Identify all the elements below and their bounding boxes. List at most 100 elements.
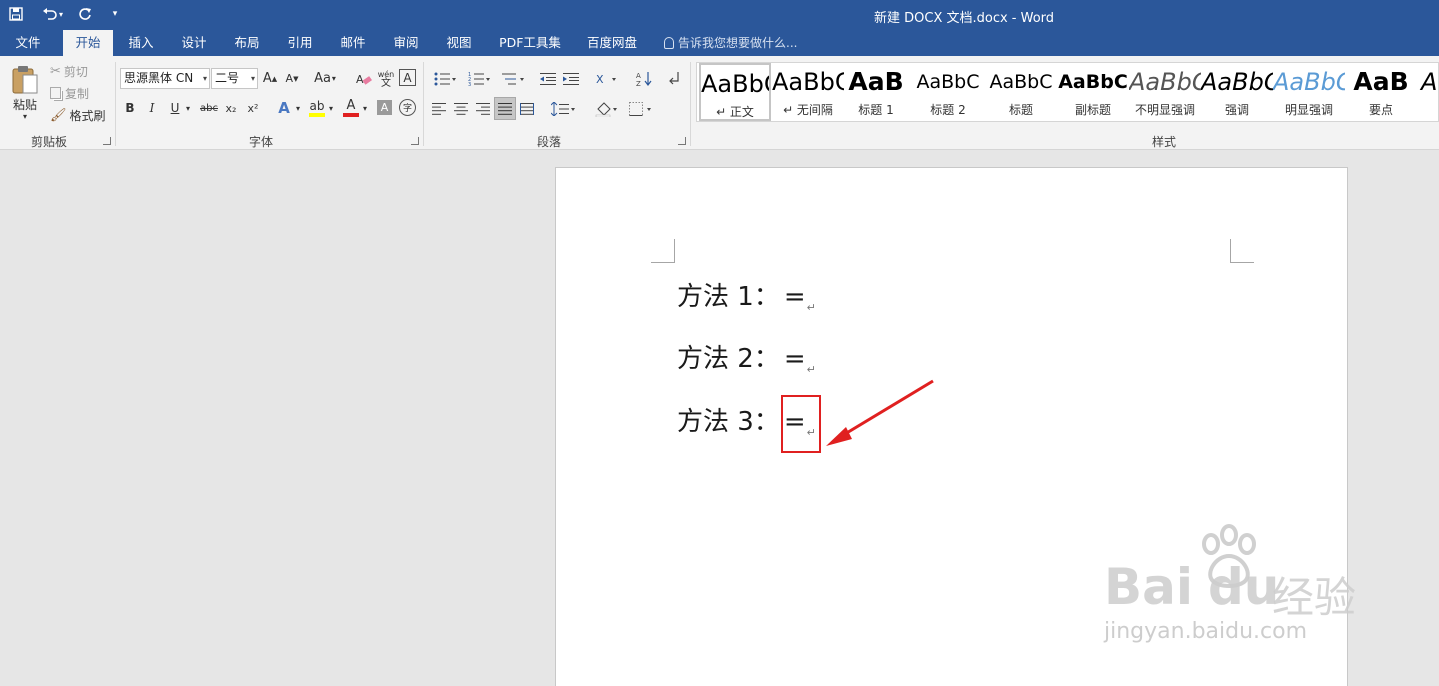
tab-view[interactable]: 视图: [438, 30, 480, 56]
sort-icon: AZ: [636, 71, 652, 87]
phonetic-guide-button[interactable]: wén 文: [377, 68, 395, 89]
text-effects-icon: A: [278, 99, 290, 117]
svg-text:A: A: [636, 72, 641, 80]
change-case-icon: Aa: [314, 71, 331, 86]
style-sample: AaBbCcDd: [1201, 68, 1273, 96]
tab-pdf-tools[interactable]: PDF工具集: [492, 30, 568, 56]
format-painter-button[interactable]: 🖌 格式刷: [50, 106, 106, 124]
strikethrough-button[interactable]: abc: [198, 98, 220, 118]
document-page[interactable]: 方法 1： =↵ 方法 2： =↵ 方法 3： =↵ Bai du 经验 jingya…: [555, 167, 1356, 686]
style-quote[interactable]: AaBbCcDd: [1417, 63, 1438, 121]
bullets-button[interactable]: [430, 68, 460, 89]
character-shading-button[interactable]: A: [377, 100, 392, 115]
distributed-button[interactable]: [518, 99, 536, 119]
shrink-font-button[interactable]: A ▼: [284, 68, 300, 89]
tab-references[interactable]: 引用: [279, 30, 321, 56]
text-effects-dropdown-icon[interactable]: ▾: [294, 98, 302, 118]
paragraph-group-label: 段落: [536, 135, 561, 149]
document-line-1[interactable]: 方法 1： =↵: [677, 280, 816, 325]
redo-icon[interactable]: [75, 3, 95, 25]
subscript-button[interactable]: x₂: [222, 98, 240, 118]
paste-dropdown-icon[interactable]: ▾: [23, 113, 27, 121]
customize-icon[interactable]: ▾: [105, 3, 125, 25]
style-label: 标题: [1008, 103, 1033, 117]
style-subtitle[interactable]: AaBbC 副标题: [1057, 63, 1129, 121]
underline-dropdown-icon[interactable]: ▾: [183, 98, 193, 118]
style-heading-1[interactable]: AaB 标题 1: [840, 63, 912, 121]
font-color-bar: [343, 113, 359, 117]
style-sample: AaBbCcDd: [1421, 68, 1438, 96]
tab-file[interactable]: 文件: [6, 30, 50, 56]
cut-button[interactable]: ✂ 剪切: [50, 62, 88, 80]
copy-button[interactable]: 复制: [50, 84, 89, 102]
character-border-icon: A: [403, 70, 412, 85]
tab-layout[interactable]: 布局: [226, 30, 268, 56]
quick-access-toolbar: ▾ ▾: [6, 3, 125, 25]
bold-button[interactable]: B: [122, 98, 138, 118]
show-marks-button[interactable]: [665, 68, 683, 89]
enclose-characters-button[interactable]: 字: [399, 99, 416, 116]
style-strong[interactable]: AaB 要点: [1345, 63, 1417, 121]
enclose-characters-icon: 字: [402, 104, 412, 114]
undo-icon[interactable]: ▾: [42, 3, 63, 25]
borders-button[interactable]: [626, 99, 656, 119]
decrease-indent-button[interactable]: [538, 68, 558, 89]
group-separator: [690, 62, 691, 146]
tab-insert[interactable]: 插入: [120, 30, 162, 56]
clipboard-icon: [12, 66, 38, 94]
clipboard-dialog-launcher[interactable]: [103, 137, 111, 145]
paragraph-dialog-launcher[interactable]: [678, 137, 686, 145]
style-normal[interactable]: AaBbCcDd ↵ 正文: [699, 63, 771, 121]
annotation-highlight-box: [781, 395, 821, 453]
tab-baidu-netdisk[interactable]: 百度网盘: [580, 30, 644, 56]
style-heading-2[interactable]: AaBbC 标题 2: [912, 63, 984, 121]
tab-home[interactable]: 开始: [63, 30, 113, 56]
style-sample: AaBbCcDd: [701, 70, 769, 98]
chinese-layout-icon: X: [596, 73, 616, 86]
font-dialog-launcher[interactable]: [411, 137, 419, 145]
tab-review[interactable]: 审阅: [385, 30, 427, 56]
annotation-arrow-icon: [826, 379, 934, 446]
highlight-button[interactable]: ab: [308, 97, 326, 119]
style-intense-emphasis[interactable]: AaBbCcDd 明显强调: [1273, 63, 1345, 121]
align-left-button[interactable]: [430, 99, 448, 119]
increase-indent-button[interactable]: [561, 68, 581, 89]
style-sample: AaB: [848, 67, 904, 96]
tab-mailings[interactable]: 邮件: [332, 30, 374, 56]
chinese-layout-button[interactable]: X: [592, 68, 622, 89]
italic-button[interactable]: I: [145, 98, 159, 118]
font-name-combo[interactable]: 思源黑体 CN ▾: [120, 68, 210, 89]
document-line-2[interactable]: 方法 2： =↵: [677, 342, 816, 387]
highlight-dropdown-icon[interactable]: ▾: [327, 98, 335, 118]
clear-formatting-button[interactable]: A: [355, 68, 373, 89]
text-effects-button[interactable]: A: [275, 97, 293, 119]
underline-button[interactable]: U: [168, 98, 182, 118]
change-case-button[interactable]: Aa ▾: [311, 68, 339, 89]
svg-text:3: 3: [468, 82, 471, 86]
character-border-button[interactable]: A: [399, 69, 416, 86]
justify-button[interactable]: [494, 97, 516, 120]
style-subtle-emphasis[interactable]: AaBbCcDd 不明显强调: [1129, 63, 1201, 121]
align-center-button[interactable]: [452, 99, 470, 119]
multilevel-list-button[interactable]: [498, 68, 528, 89]
watermark-brand-right: du: [1208, 558, 1280, 616]
style-title[interactable]: AaBbC 标题: [985, 63, 1057, 121]
styles-gallery: AaBbCcDd ↵ 正文 AaBbCcDd ↵ 无间隔 AaB 标题 1 Aa…: [696, 62, 1439, 122]
tell-me-search[interactable]: 告诉我您想要做什么...: [664, 30, 797, 56]
paste-button[interactable]: 粘贴 ▾: [8, 62, 42, 124]
sort-button[interactable]: AZ: [634, 68, 654, 89]
style-no-spacing[interactable]: AaBbCcDd ↵ 无间隔: [772, 63, 844, 121]
align-right-button[interactable]: [474, 99, 492, 119]
save-icon[interactable]: [6, 3, 26, 25]
undo-dropdown-icon[interactable]: ▾: [59, 10, 63, 19]
numbering-button[interactable]: 123: [464, 68, 494, 89]
shading-button[interactable]: [592, 99, 622, 119]
line-spacing-button[interactable]: [548, 99, 578, 119]
style-emphasis[interactable]: AaBbCcDd 强调: [1201, 63, 1273, 121]
grow-font-button[interactable]: A ▲: [262, 68, 278, 89]
font-size-combo[interactable]: 二号 ▾: [211, 68, 258, 89]
font-color-dropdown-icon[interactable]: ▾: [361, 98, 369, 118]
superscript-button[interactable]: x²: [244, 98, 262, 118]
tab-design[interactable]: 设计: [173, 30, 215, 56]
font-color-button[interactable]: A: [342, 97, 360, 119]
